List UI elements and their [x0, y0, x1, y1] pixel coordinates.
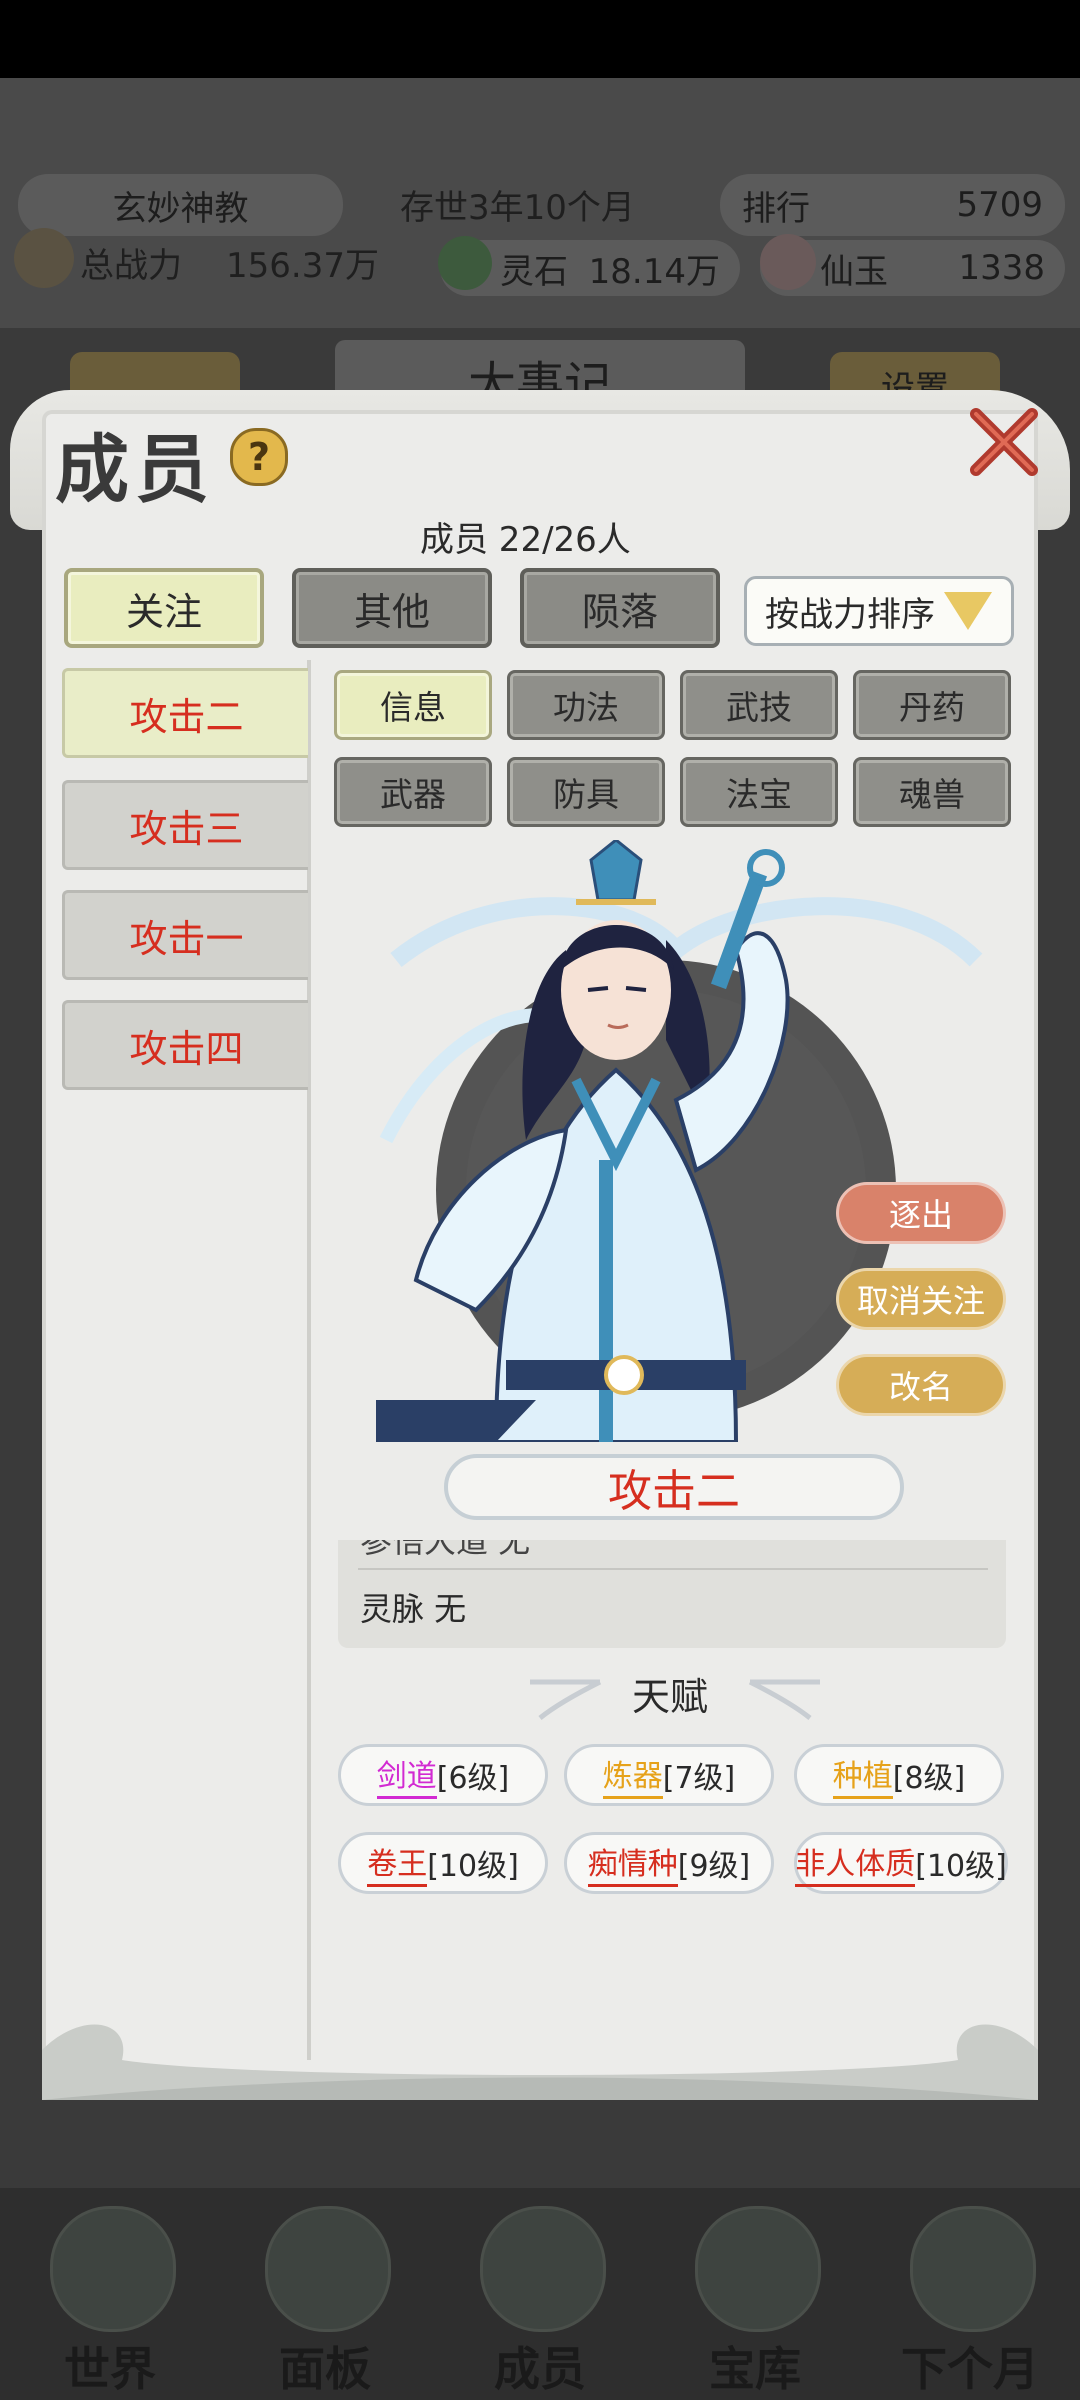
help-icon[interactable]: ? — [230, 428, 288, 486]
tab-follow[interactable]: 关注 — [64, 568, 264, 648]
nav-panel-label: 面板 — [279, 2342, 371, 2396]
talent-name: 非人体质 — [795, 1839, 916, 1887]
talent-name: 痴情种 — [587, 1839, 678, 1887]
talent-name: 剑道 — [376, 1751, 437, 1799]
nav-treasury-label: 宝库 — [709, 2342, 801, 2396]
sect-name: 玄妙神教 — [112, 188, 249, 229]
talent-badge[interactable]: 剑道 [6级] — [338, 1744, 548, 1806]
character-name-plate: 攻击二 — [444, 1454, 904, 1520]
subtab-treasure[interactable]: 法宝 — [680, 757, 838, 827]
nav-member[interactable]: 成员 — [440, 2188, 640, 2400]
existence-text: 存世3年10个月 — [400, 188, 635, 228]
member-item[interactable]: 攻击一 — [62, 890, 308, 980]
top-info-bar: 玄妙神教 存世3年10个月 排行 5709 总战力 156.37万 灵石 18.… — [0, 78, 1080, 328]
power-value: 156.37万 — [226, 246, 379, 286]
list-divider — [307, 660, 311, 2060]
unfollow-button[interactable]: 取消关注 — [836, 1268, 1006, 1330]
world-icon — [50, 2206, 176, 2332]
talent-level: [10级] — [915, 1849, 1007, 1884]
member-count: 成员 22/26人 — [420, 520, 631, 560]
power-icon — [14, 228, 74, 288]
talent-badge[interactable]: 种植 [8级] — [794, 1744, 1004, 1806]
member-item[interactable]: 攻击二 — [62, 668, 308, 758]
talent-level: [7级] — [662, 1761, 736, 1796]
row-divider — [358, 1568, 988, 1570]
info-row-partial: 参悟大道 无 — [360, 1540, 531, 1560]
character-portrait — [376, 840, 983, 1442]
spirit-stone-value: 18.14万 — [588, 251, 720, 292]
jade-value: 1338 — [958, 248, 1045, 288]
nav-member-label: 成员 — [494, 2342, 586, 2396]
rank-pill[interactable]: 排行 5709 — [720, 174, 1065, 236]
talent-name: 炼器 — [602, 1751, 663, 1799]
talent-badge[interactable]: 卷王 [10级] — [338, 1832, 548, 1894]
status-bar — [0, 0, 1080, 78]
treasury-icon — [695, 2206, 821, 2332]
subtab-weapon[interactable]: 武器 — [334, 757, 492, 827]
rename-button[interactable]: 改名 — [836, 1354, 1006, 1416]
expel-button[interactable]: 逐出 — [836, 1182, 1006, 1244]
talent-title: 天赋 — [631, 1675, 708, 1719]
talent-badge[interactable]: 非人体质 [10级] — [794, 1832, 1008, 1894]
member-item[interactable]: 攻击四 — [62, 1000, 308, 1090]
spirit-stone-label: 灵石 — [500, 251, 568, 292]
subtab-info[interactable]: 信息 — [334, 670, 492, 740]
nav-next-month-label: 下个月 — [901, 2342, 1039, 2396]
spirit-stone-icon — [438, 236, 492, 290]
jade-icon — [760, 234, 816, 290]
modal-title: 成员 — [55, 427, 215, 513]
panel-icon — [265, 2206, 391, 2332]
tab-fallen[interactable]: 陨落 — [520, 568, 720, 648]
subtab-martial[interactable]: 武技 — [680, 670, 838, 740]
nav-next-month[interactable]: 下个月 — [870, 2188, 1070, 2400]
nav-panel[interactable]: 面板 — [225, 2188, 425, 2400]
subtab-beast[interactable]: 魂兽 — [853, 757, 1011, 827]
subtab-armor[interactable]: 防具 — [507, 757, 665, 827]
talent-badge[interactable]: 炼器 [7级] — [564, 1744, 774, 1806]
talent-badge[interactable]: 痴情种 [9级] — [564, 1832, 774, 1894]
rank-label: 排行 — [742, 188, 810, 229]
modal-bottom-cloud — [42, 2024, 1038, 2100]
jade-label: 仙玉 — [820, 251, 888, 292]
tab-other[interactable]: 其他 — [292, 568, 492, 648]
info-list: 参悟大道 无 灵脉 无 — [338, 1540, 1006, 1648]
sect-name-pill[interactable]: 玄妙神教 — [18, 174, 343, 236]
power-label: 总战力 — [80, 246, 182, 286]
talent-level: [8级] — [892, 1761, 966, 1796]
sort-label: 按战力排序 — [765, 594, 935, 635]
nav-world[interactable]: 世界 — [10, 2188, 210, 2400]
member-item[interactable]: 攻击三 — [62, 780, 308, 870]
nav-treasury[interactable]: 宝库 — [655, 2188, 855, 2400]
subtab-pill[interactable]: 丹药 — [853, 670, 1011, 740]
talent-level: [6级] — [436, 1761, 510, 1796]
next-month-icon — [910, 2206, 1036, 2332]
rank-value: 5709 — [956, 185, 1043, 225]
talent-name: 卷王 — [367, 1839, 428, 1887]
info-row-lingmai: 灵脉 无 — [360, 1590, 467, 1628]
talent-level: [10级] — [427, 1849, 519, 1884]
talent-level: [9级] — [677, 1849, 751, 1884]
subtab-skill[interactable]: 功法 — [507, 670, 665, 740]
nav-world-label: 世界 — [64, 2342, 156, 2396]
close-icon[interactable] — [962, 400, 1046, 484]
member-icon — [480, 2206, 606, 2332]
character-name: 攻击二 — [608, 1466, 740, 1517]
dropdown-arrow-icon — [944, 592, 992, 630]
talent-name: 种植 — [832, 1751, 893, 1799]
